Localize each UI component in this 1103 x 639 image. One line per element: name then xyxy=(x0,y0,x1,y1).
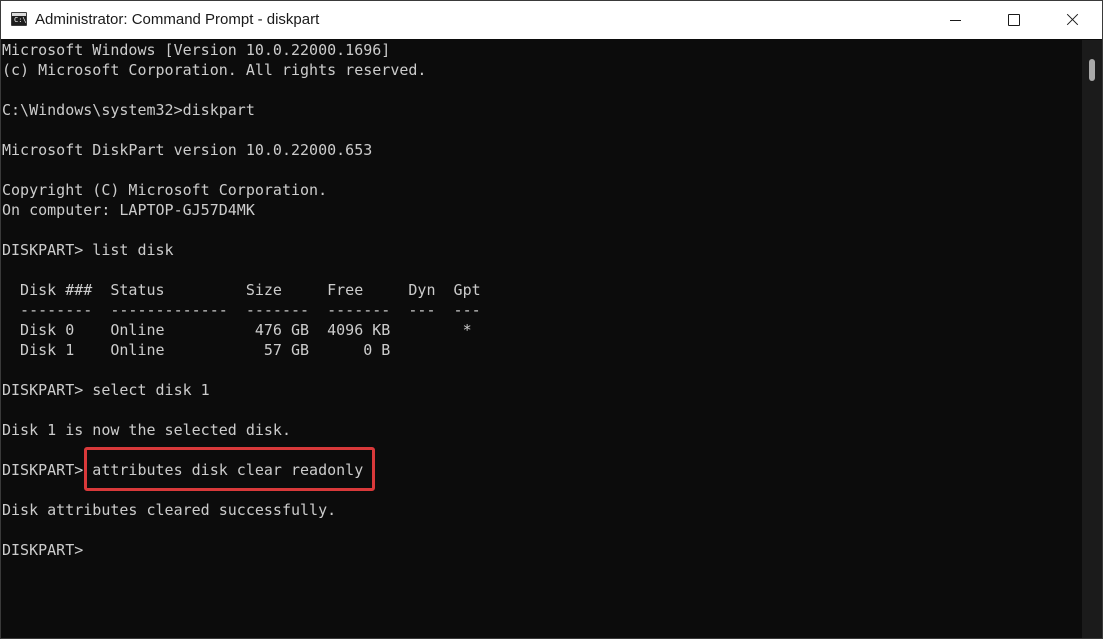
console-output[interactable]: Microsoft Windows [Version 10.0.22000.16… xyxy=(1,40,1081,638)
command-prompt-line[interactable]: DISKPART> xyxy=(2,540,92,560)
vertical-scrollbar[interactable] xyxy=(1082,40,1102,638)
console-line: Copyright (C) Microsoft Corporation. xyxy=(2,181,328,199)
console-line: DISKPART> list disk xyxy=(2,241,174,259)
command-prompt-window: C:\ Administrator: Command Prompt - disk… xyxy=(0,0,1103,639)
console-line: C:\Windows\system32>diskpart xyxy=(2,101,255,119)
minimize-button[interactable] xyxy=(926,1,984,39)
minimize-icon xyxy=(950,20,961,21)
disk-table-separator: -------- ------------- ------- ------- -… xyxy=(2,301,481,319)
console-line: (c) Microsoft Corporation. All rights re… xyxy=(2,61,427,79)
console-line: Disk attributes cleared successfully. xyxy=(2,501,337,519)
console-line: Microsoft Windows [Version 10.0.22000.16… xyxy=(2,41,391,59)
console-line: Disk 1 is now the selected disk. xyxy=(2,421,291,439)
window-title: Administrator: Command Prompt - diskpart xyxy=(35,11,320,28)
cmd-icon-glyph: C:\ xyxy=(14,16,27,24)
disk-table-row: Disk 1 Online 57 GB 0 B xyxy=(2,341,391,359)
disk-table-row: Disk 0 Online 476 GB 4096 KB * xyxy=(2,321,472,339)
maximize-icon xyxy=(1008,14,1020,26)
cmd-icon[interactable]: C:\ xyxy=(11,12,27,26)
annotation-highlight-box xyxy=(84,447,375,491)
scrollbar-thumb[interactable] xyxy=(1089,59,1095,81)
console-line: DISKPART> select disk 1 xyxy=(2,381,210,399)
console-line: Microsoft DiskPart version 10.0.22000.65… xyxy=(2,141,373,159)
disk-table-header: Disk ### Status Size Free Dyn Gpt xyxy=(2,281,481,299)
maximize-button[interactable] xyxy=(984,1,1042,39)
close-button[interactable] xyxy=(1043,1,1101,39)
console-line: On computer: LAPTOP-GJ57D4MK xyxy=(2,201,255,219)
title-bar[interactable]: C:\ Administrator: Command Prompt - disk… xyxy=(1,1,1102,39)
